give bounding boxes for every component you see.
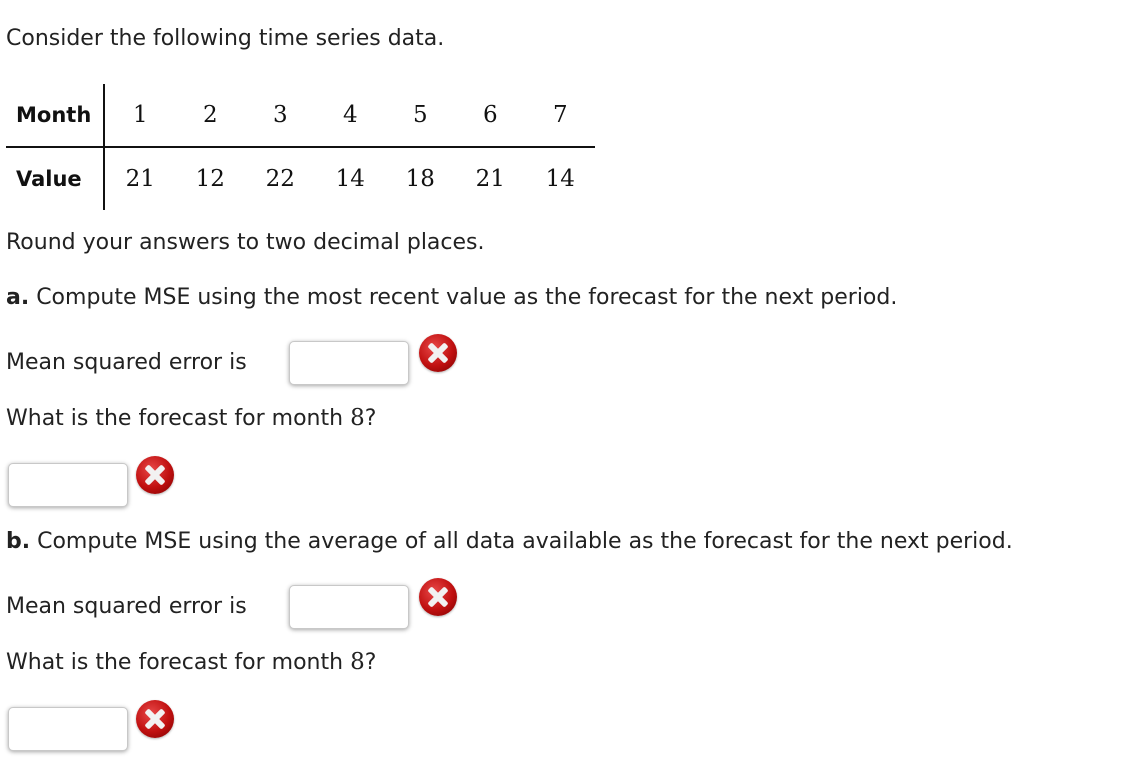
incorrect-x-icon xyxy=(136,700,174,738)
value-cell: 18 xyxy=(405,166,435,192)
time-series-table: Month 1 2 3 4 5 6 7 Value 21 12 22 14 18… xyxy=(6,84,596,210)
part-b-mse-input[interactable] xyxy=(289,585,409,629)
month-cell: 3 xyxy=(245,84,316,148)
value-cell: 22 xyxy=(265,166,295,192)
month-cell: 5 xyxy=(385,84,456,148)
part-a-label: a. xyxy=(6,285,30,310)
part-b-mse-label: Mean squared error is xyxy=(6,594,247,619)
intro-text: Consider the following time series data. xyxy=(6,26,445,51)
month-cell: 7 xyxy=(525,84,596,148)
month-row: Month 1 2 3 4 5 6 7 xyxy=(6,84,596,148)
part-a-mse-input[interactable] xyxy=(289,341,409,385)
part-b-question: b. Compute MSE using the average of all … xyxy=(6,529,1013,554)
incorrect-x-icon xyxy=(136,456,174,494)
month-header: Month xyxy=(6,84,106,148)
value-cell: 14 xyxy=(545,166,575,192)
part-a-question: a. Compute MSE using the most recent val… xyxy=(6,285,897,310)
incorrect-x-icon xyxy=(419,334,457,372)
month-cell: 1 xyxy=(104,84,176,148)
month-cell: 2 xyxy=(175,84,246,148)
part-a-mse-label: Mean squared error is xyxy=(6,350,247,375)
part-b-label: b. xyxy=(6,529,31,554)
part-a-question-text: Compute MSE using the most recent value … xyxy=(29,285,898,310)
part-a-forecast-input[interactable] xyxy=(8,463,128,507)
part-a-forecast-question: What is the forecast for month 8? xyxy=(6,405,377,431)
month-cell: 4 xyxy=(315,84,386,148)
month-cell: 6 xyxy=(455,84,526,148)
part-b-forecast-question: What is the forecast for month 8? xyxy=(6,649,377,675)
part-b-forecast-input[interactable] xyxy=(8,707,128,751)
part-b-question-text: Compute MSE using the average of all dat… xyxy=(30,529,1013,554)
value-cell: 14 xyxy=(335,166,365,192)
part-b-forecast-month: 8 xyxy=(350,649,365,675)
value-cell: 12 xyxy=(195,166,225,192)
part-a-forecast-month: 8 xyxy=(350,405,365,431)
value-header: Value xyxy=(6,147,106,210)
value-row: Value 21 12 22 14 18 21 14 xyxy=(6,147,595,210)
value-cell: 21 xyxy=(475,166,505,192)
incorrect-x-icon xyxy=(419,578,457,616)
value-cell: 21 xyxy=(125,166,155,192)
instruction-text: Round your answers to two decimal places… xyxy=(6,230,485,255)
